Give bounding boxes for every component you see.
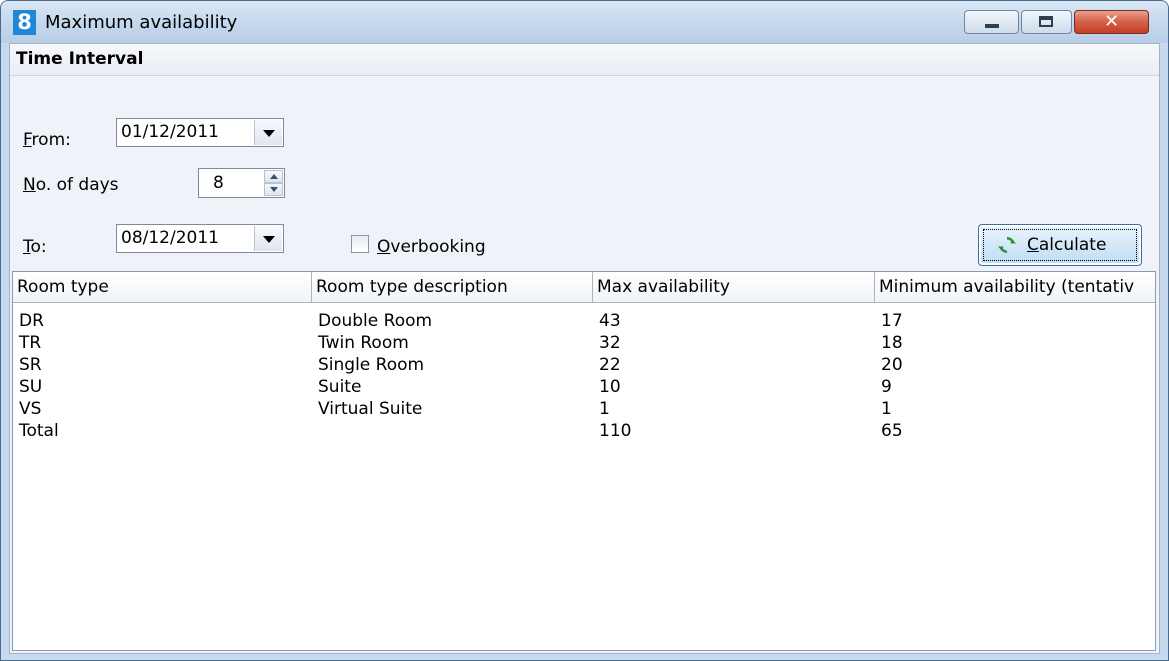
table-header: Room type Room type description Max avai… [13,272,1155,303]
from-date-combo[interactable]: 01/12/2011 [116,118,284,147]
chevron-down-icon[interactable] [254,120,282,145]
maximum-availability-window: 8 Maximum availability ✕ Time Interval F… [0,0,1169,661]
to-label-text: o: [30,237,47,257]
minimize-button[interactable] [964,10,1019,34]
overbooking-label[interactable]: Overbooking [377,237,486,257]
time-interval-title: Time Interval [16,49,144,69]
table-cell: Virtual Suite [318,399,423,419]
table-cell: 10 [599,377,621,397]
to-date-value: 08/12/2011 [121,228,219,248]
column-header-room-type[interactable]: Room type [13,272,312,302]
calculate-label-text: alculate [1038,235,1107,255]
table-row[interactable]: SR Single Room 22 20 [13,355,1155,377]
overbooking-label-text: verbooking [390,237,486,257]
minimize-icon [985,24,999,28]
from-label-text: rom: [31,130,71,150]
window-title: Maximum availability [45,12,238,33]
table-row[interactable]: VS Virtual Suite 1 1 [13,399,1155,421]
close-button[interactable]: ✕ [1074,10,1149,34]
to-date-combo[interactable]: 08/12/2011 [116,224,284,253]
table-cell: 22 [599,355,621,375]
table-row[interactable]: DR Double Room 43 17 [13,311,1155,333]
maximize-icon [1039,16,1053,27]
table-cell: Total [19,421,59,441]
time-interval-header: Time Interval [10,44,1159,76]
table-cell: SR [19,355,42,375]
table-cell: DR [19,311,44,331]
column-header-min-availability[interactable]: Minimum availability (tentativ [875,272,1155,302]
table-cell: 32 [599,333,621,353]
days-value: 8 [213,173,224,193]
table-cell: SU [19,377,43,397]
availability-table[interactable]: Room type Room type description Max avai… [12,271,1156,651]
table-cell: 9 [881,377,892,397]
days-label: No. of days [23,175,119,195]
overbooking-checkbox[interactable] [351,235,369,253]
from-label: From: [23,130,71,150]
table-cell: 43 [599,311,621,331]
overbooking-label-mnemonic: O [377,237,391,257]
days-stepper[interactable]: 8 [198,168,285,198]
from-label-mnemonic: F [23,130,32,150]
calculate-label: Calculate [1027,235,1106,255]
to-label-mnemonic: T [23,237,31,257]
app-icon: 8 [13,10,36,35]
column-header-description[interactable]: Room type description [312,272,593,302]
table-cell: 18 [881,333,903,353]
table-cell: Single Room [318,355,425,375]
table-cell: 17 [881,311,903,331]
days-label-text: o. of days [35,175,119,195]
column-header-max-availability[interactable]: Max availability [593,272,875,302]
table-cell: 1 [599,399,610,419]
table-row[interactable]: Total 110 65 [13,421,1155,443]
calculate-label-mnemonic: C [1027,235,1039,255]
table-cell: 20 [881,355,903,375]
table-row[interactable]: SU Suite 10 9 [13,377,1155,399]
table-cell: 1 [881,399,892,419]
table-cell: 65 [881,421,903,441]
table-cell: Suite [318,377,362,397]
table-cell: VS [19,399,42,419]
spin-down-icon[interactable] [264,183,283,196]
refresh-icon [998,237,1016,253]
table-cell: Twin Room [318,333,409,353]
table-row[interactable]: TR Twin Room 32 18 [13,333,1155,355]
table-cell: 110 [599,421,632,441]
close-icon: ✕ [1103,11,1120,32]
days-label-mnemonic: N [23,175,36,195]
maximize-button[interactable] [1021,10,1072,34]
dialog-client-area: Time Interval From: 01/12/2011 No. of da… [9,43,1160,654]
calculate-button[interactable]: Calculate [978,224,1142,266]
title-bar[interactable]: 8 Maximum availability ✕ [1,1,1168,43]
chevron-down-icon[interactable] [254,226,282,251]
spin-up-icon[interactable] [264,170,283,183]
from-date-value: 01/12/2011 [121,122,219,142]
table-cell: Double Room [318,311,433,331]
to-label: To: [23,237,47,257]
table-cell: TR [19,333,42,353]
